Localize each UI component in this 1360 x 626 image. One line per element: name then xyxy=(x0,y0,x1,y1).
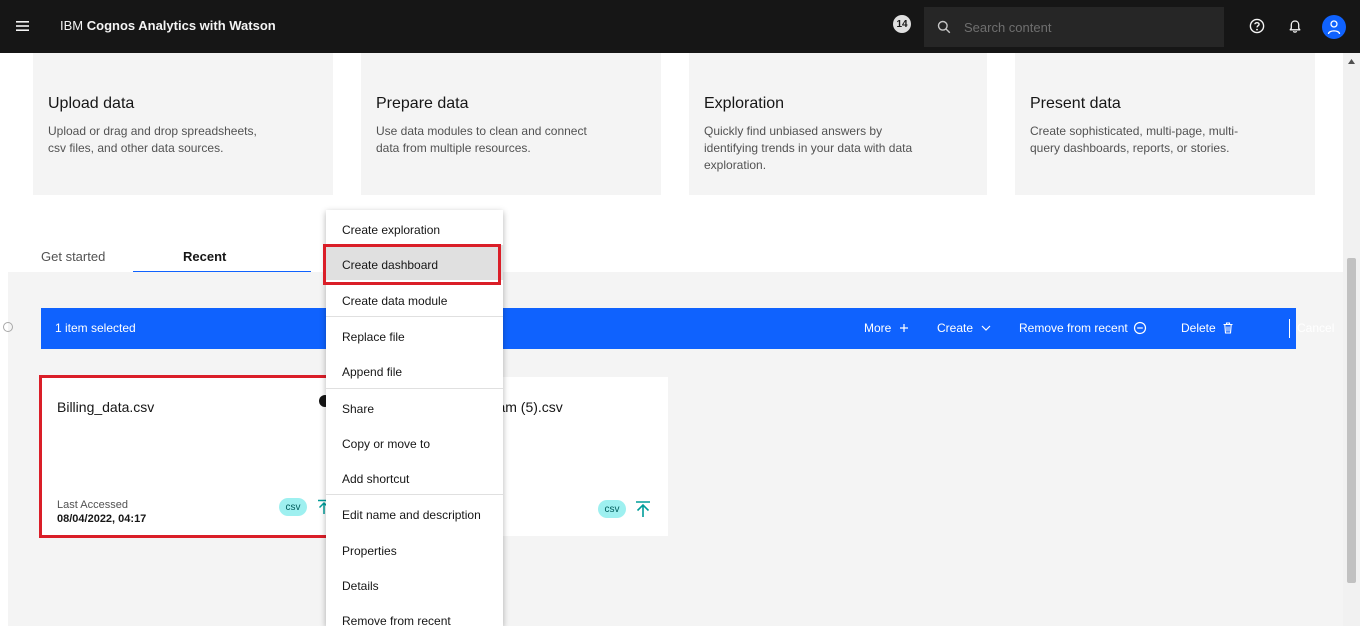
upload-icon[interactable] xyxy=(634,500,652,518)
tab-get-started[interactable]: Get started xyxy=(41,236,105,273)
tab-recent[interactable]: Recent xyxy=(183,236,226,273)
csv-file-type-tag: csv xyxy=(279,498,307,516)
file-tile-program[interactable]: gram (5).csv csv xyxy=(485,377,668,536)
menu-item-properties[interactable]: Properties xyxy=(326,531,503,566)
top-bar: IBM Cognos Analytics with Watson 14 xyxy=(0,0,1360,53)
upload-data-card[interactable]: Upload data Upload or drag and drop spre… xyxy=(33,53,333,195)
more-label: More xyxy=(864,321,892,335)
cancel-label: Cancel xyxy=(1297,321,1335,335)
card-title: Upload data xyxy=(48,95,135,112)
app-title: IBM Cognos Analytics with Watson xyxy=(60,18,276,33)
card-description: Use data modules to clean and connect da… xyxy=(376,124,587,155)
scroll-up-arrow-icon[interactable] xyxy=(1343,53,1360,70)
divider xyxy=(1289,319,1290,338)
create-context-menu: Create exploration Create dashboard Crea… xyxy=(326,210,503,626)
search-icon xyxy=(924,7,964,47)
search-box[interactable] xyxy=(924,7,1224,47)
user-avatar-icon[interactable] xyxy=(1322,15,1346,39)
delete-button[interactable]: Delete xyxy=(1181,321,1235,335)
card-description: Upload or drag and drop spreadsheets, cs… xyxy=(48,124,257,155)
menu-item-copy-or-move[interactable]: Copy or move to xyxy=(326,424,503,459)
home-tabs: Get started Recent xyxy=(33,236,311,273)
card-title: Exploration xyxy=(704,95,785,112)
menu-item-add-shortcut[interactable]: Add shortcut xyxy=(326,459,503,494)
trash-icon xyxy=(1223,322,1233,334)
remove-from-recent-button[interactable]: Remove from recent xyxy=(1019,321,1147,335)
selection-count-label: 1 item selected xyxy=(55,321,136,335)
menu-item-append-file[interactable]: Append file xyxy=(326,352,503,387)
card-description: Create sophisticated, multi-page, multi-… xyxy=(1030,124,1239,155)
menu-item-details[interactable]: Details xyxy=(326,566,503,601)
file-name: Billing_data.csv xyxy=(57,399,155,415)
card-title: Present data xyxy=(1030,95,1121,112)
exploration-card[interactable]: Exploration Quickly find unbiased answer… xyxy=(689,53,987,195)
cancel-button[interactable]: Cancel xyxy=(1297,321,1334,335)
create-button[interactable]: Create xyxy=(937,321,994,335)
menu-item-share[interactable]: Share xyxy=(326,389,503,424)
chevron-down-icon xyxy=(981,325,991,331)
menu-icon[interactable] xyxy=(11,15,33,37)
selection-action-bar: 1 item selected More Create Remove from … xyxy=(41,308,1334,349)
last-accessed-value: 08/04/2022, 04:17 xyxy=(57,513,147,525)
plus-icon xyxy=(900,324,909,332)
card-description: Quickly find unbiased answers by identif… xyxy=(704,124,913,172)
left-edge-icon[interactable] xyxy=(3,322,13,332)
menu-item-replace-file[interactable]: Replace file xyxy=(326,317,503,352)
scroll-thumb[interactable] xyxy=(1347,258,1356,583)
create-label: Create xyxy=(937,321,974,335)
menu-item-create-data-module[interactable]: Create data module xyxy=(326,281,503,316)
notification-bell-icon[interactable] xyxy=(1283,14,1307,38)
last-accessed-label: Last Accessed xyxy=(57,499,128,511)
menu-item-edit-name-and-description[interactable]: Edit name and description xyxy=(326,495,503,530)
menu-item-remove-from-recent[interactable]: Remove from recent xyxy=(326,601,503,626)
menu-item-create-exploration[interactable]: Create exploration xyxy=(326,210,503,245)
page-scrollbar[interactable] xyxy=(1343,53,1360,626)
card-title: Prepare data xyxy=(376,95,469,112)
help-icon[interactable] xyxy=(1245,14,1269,38)
csv-file-type-tag: csv xyxy=(598,500,626,518)
present-data-card[interactable]: Present data Create sophisticated, multi… xyxy=(1015,53,1315,195)
notification-count-badge[interactable]: 14 xyxy=(893,15,911,33)
minus-circle-icon xyxy=(1133,321,1146,335)
file-tile-billing-data[interactable]: Billing_data.csv Last Accessed 08/04/202… xyxy=(41,377,328,536)
delete-label: Delete xyxy=(1181,321,1216,335)
menu-item-create-dashboard[interactable]: Create dashboard xyxy=(326,245,503,280)
search-input[interactable] xyxy=(964,19,1204,35)
more-button[interactable]: More xyxy=(864,321,912,335)
remove-from-recent-label: Remove from recent xyxy=(1019,321,1128,335)
prepare-data-card[interactable]: Prepare data Use data modules to clean a… xyxy=(361,53,661,195)
